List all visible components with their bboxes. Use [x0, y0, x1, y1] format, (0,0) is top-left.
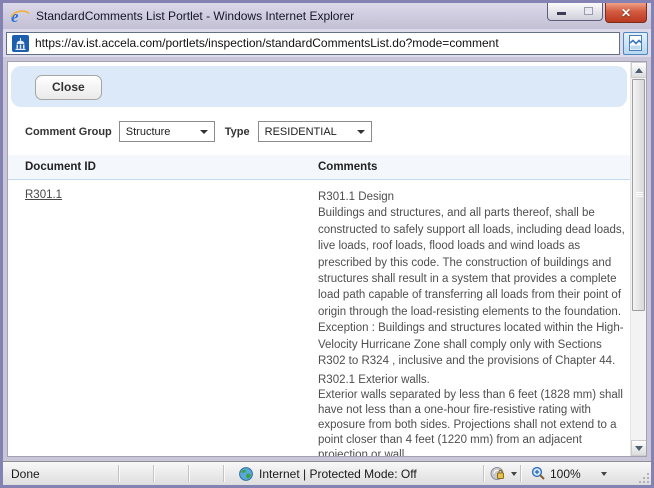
minimize-button[interactable]	[548, 3, 575, 20]
compatibility-view-icon	[629, 35, 642, 51]
security-report-control[interactable]	[490, 466, 517, 481]
scrollbar-grip-icon	[636, 192, 643, 198]
comment-group-value: Structure	[126, 126, 171, 138]
address-input[interactable]: https://av.ist.accela.com/portlets/inspe…	[6, 32, 620, 55]
zoom-control[interactable]: 100%	[531, 466, 607, 481]
scroll-down-button[interactable]	[631, 440, 647, 456]
browser-window: e StandardComments List Portlet - Window…	[0, 0, 654, 488]
table-header: Document ID Comments	[8, 155, 630, 180]
title-bar[interactable]: e StandardComments List Portlet - Window…	[3, 3, 651, 29]
close-window-button[interactable]: ✕	[605, 3, 647, 23]
status-bar: Done Internet | Protected Mode: Off	[3, 461, 651, 485]
portlet-main: Close Comment Group Structure Type RESID…	[8, 66, 630, 457]
chevron-down-icon	[511, 472, 517, 476]
comment-paragraph: Exterior walls separated by less than 6 …	[318, 388, 626, 457]
globe-icon	[239, 467, 253, 481]
close-portlet-button[interactable]: Close	[35, 75, 102, 100]
scroll-up-icon	[635, 68, 643, 73]
statusbar-separator	[118, 465, 120, 482]
security-zone-pane: Internet | Protected Mode: Off	[239, 467, 417, 481]
close-icon: ✕	[621, 6, 631, 20]
scrollbar-thumb[interactable]	[632, 79, 645, 311]
chevron-down-icon	[357, 130, 365, 134]
internet-explorer-icon: e	[10, 7, 30, 25]
magnifier-plus-icon	[531, 466, 546, 481]
type-value: RESIDENTIAL	[265, 126, 337, 138]
table-row: R301.1 R301.1 Design Buildings and struc…	[8, 189, 630, 457]
resize-grip[interactable]	[639, 473, 649, 483]
scroll-down-icon	[635, 446, 643, 451]
maximize-button[interactable]	[575, 3, 602, 20]
document-id-cell: R301.1	[8, 189, 318, 457]
chevron-down-icon	[601, 472, 607, 476]
comment-paragraph: Exception : Buildings and structures loc…	[318, 320, 626, 369]
column-header-comments: Comments	[318, 161, 630, 173]
minimize-icon	[557, 12, 566, 15]
column-header-document-id: Document ID	[8, 161, 318, 173]
comments-cell: R301.1 Design Buildings and structures, …	[318, 189, 626, 457]
comment-paragraph: R302.1 Exterior walls.	[318, 373, 626, 388]
maximize-icon	[584, 7, 593, 15]
portlet-frame: Close Comment Group Structure Type RESID…	[7, 61, 647, 457]
chevron-down-icon	[200, 130, 208, 134]
lock-badge-icon	[490, 466, 506, 481]
comment-group-label: Comment Group	[25, 126, 112, 138]
accela-favicon	[12, 35, 29, 52]
statusbar-separator	[223, 465, 225, 482]
portlet-toolbar: Close	[11, 66, 627, 107]
window-control-group	[547, 3, 603, 21]
document-id-link[interactable]: R301.1	[25, 189, 62, 201]
type-select[interactable]: RESIDENTIAL	[258, 121, 372, 142]
url-text: https://av.ist.accela.com/portlets/inspe…	[35, 36, 499, 50]
address-bar: https://av.ist.accela.com/portlets/inspe…	[3, 29, 651, 57]
statusbar-separator	[153, 465, 155, 482]
statusbar-separator	[188, 465, 190, 482]
zoom-level-text: 100%	[550, 467, 581, 481]
comment-group-select[interactable]: Structure	[119, 121, 215, 142]
window-controls: ✕	[547, 3, 647, 23]
zone-text: Internet | Protected Mode: Off	[259, 467, 417, 481]
status-text: Done	[11, 467, 40, 481]
statusbar-separator	[520, 465, 522, 482]
window-title: StandardComments List Portlet - Windows …	[36, 9, 354, 23]
compatibility-view-button[interactable]	[623, 32, 648, 55]
type-label: Type	[225, 126, 250, 138]
comment-paragraph: R301.1 Design	[318, 189, 626, 205]
comment-paragraph: Buildings and structures, and all parts …	[318, 205, 626, 320]
statusbar-separator	[483, 465, 485, 482]
vertical-scrollbar[interactable]	[630, 62, 646, 456]
scroll-up-button[interactable]	[631, 62, 647, 78]
content-area: Close Comment Group Structure Type RESID…	[3, 57, 651, 461]
filter-row: Comment Group Structure Type RESIDENTIAL	[25, 121, 630, 142]
